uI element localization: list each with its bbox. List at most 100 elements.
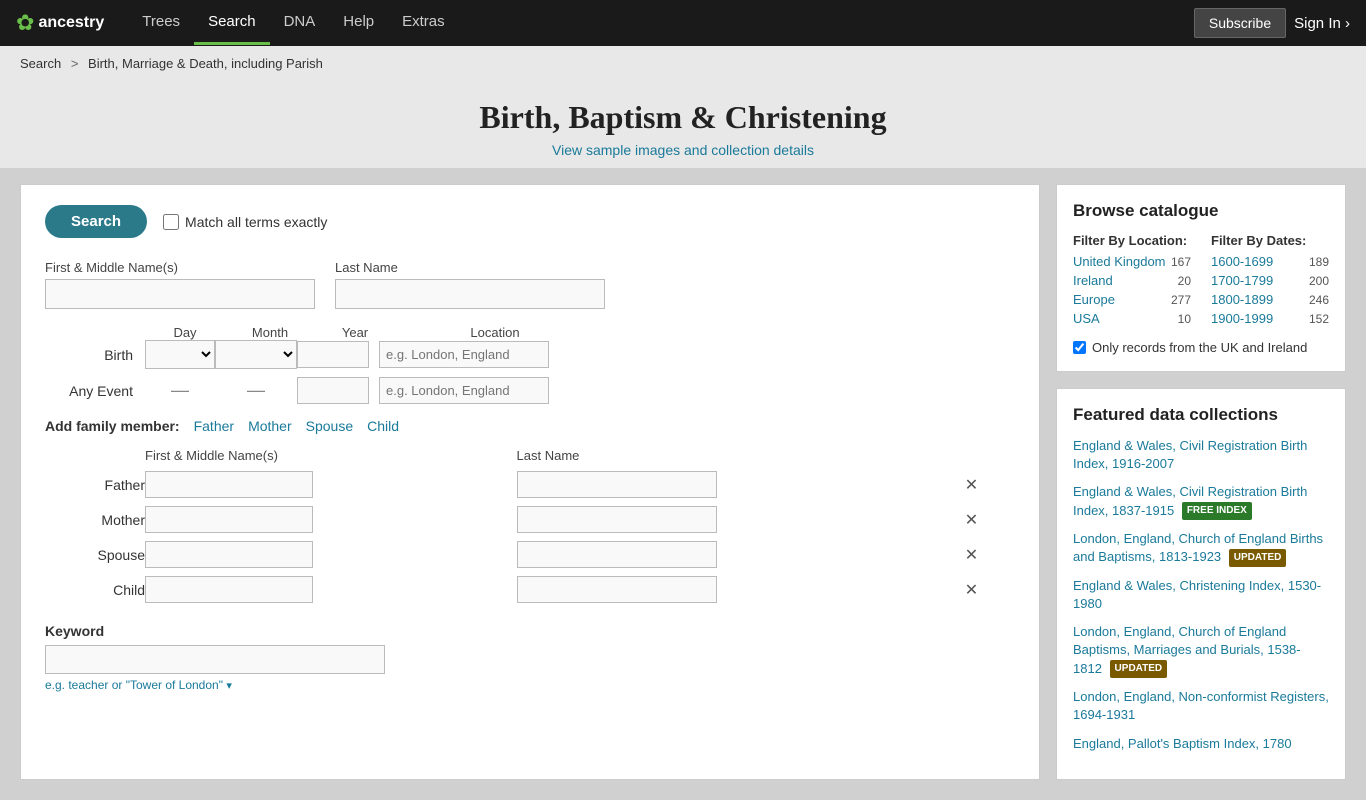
any-event-row: Any Event — — [45,377,1015,404]
keyword-section: Keyword e.g. teacher or "Tower of London… [45,623,1015,692]
child-last-input[interactable] [517,576,717,603]
filter-usa-link[interactable]: USA [1073,311,1100,326]
match-exactly-checkbox[interactable] [163,214,179,230]
filter-1900-link[interactable]: 1900-1999 [1211,311,1273,326]
leaf-icon: ✿ [16,10,34,36]
filter-1700-count: 200 [1309,274,1329,288]
birth-month-field [215,340,297,369]
child-row: Child ✕ [45,572,1015,607]
match-exactly-text: Match all terms exactly [185,214,327,230]
nav-help[interactable]: Help [329,1,388,45]
filter-1800-link[interactable]: 1800-1899 [1211,292,1273,307]
last-name-input[interactable] [335,279,605,309]
search-button[interactable]: Search [45,205,147,238]
birth-location-input[interactable] [379,341,549,368]
featured-item-0[interactable]: England & Wales, Civil Registration Birt… [1073,437,1329,473]
filter-location-col: Filter By Location: United Kingdom 167 I… [1073,233,1191,330]
nav-dna[interactable]: DNA [270,1,330,45]
birth-day-field [145,340,215,369]
family-table: First & Middle Name(s) Last Name Father … [45,448,1015,607]
filter-1800-count: 246 [1309,293,1329,307]
nav-search[interactable]: Search [194,1,270,45]
add-spouse-link[interactable]: Spouse [306,418,353,434]
child-close-button[interactable]: ✕ [959,580,984,600]
featured-item-0-label: England & Wales, Civil Registration Birt… [1073,438,1307,471]
search-panel: Search Match all terms exactly First & M… [20,184,1040,780]
first-name-input[interactable] [45,279,315,309]
subtitle-link[interactable]: View sample images and collection detail… [552,142,814,158]
child-first-input[interactable] [145,576,313,603]
nav-extras[interactable]: Extras [388,1,459,45]
updated-badge-4: UPDATED [1110,660,1168,678]
page-title-area: Birth, Baptism & Christening View sample… [0,81,1366,168]
spouse-label: Spouse [45,537,145,572]
only-uk-row: Only records from the UK and Ireland [1073,340,1329,355]
featured-item-2[interactable]: London, England, Church of England Birth… [1073,530,1329,567]
filter-location-title: Filter By Location: [1073,233,1191,248]
featured-item-5-label: London, England, Non-conformist Register… [1073,689,1329,722]
nav-trees[interactable]: Trees [128,1,194,45]
nav-right: Subscribe Sign In › [1194,8,1350,38]
subscribe-button[interactable]: Subscribe [1194,8,1286,38]
add-child-link[interactable]: Child [367,418,399,434]
match-exactly-label[interactable]: Match all terms exactly [163,214,327,230]
featured-item-5[interactable]: London, England, Non-conformist Register… [1073,688,1329,724]
mother-close-button[interactable]: ✕ [959,510,984,530]
only-uk-label: Only records from the UK and Ireland [1092,340,1307,355]
father-last-input[interactable] [517,471,717,498]
filter-1900: 1900-1999 152 [1211,311,1329,326]
filter-cols: Filter By Location: United Kingdom 167 I… [1073,233,1329,330]
birth-year-field [297,341,369,368]
add-family-label: Add family member: [45,418,180,434]
family-col-last-header: Last Name [517,448,959,467]
keyword-label: Keyword [45,623,1015,639]
featured-item-4[interactable]: London, England, Church of England Bapti… [1073,623,1329,678]
logo[interactable]: ✿ ancestry [16,10,104,36]
last-name-label: Last Name [335,260,605,275]
any-event-year-field [297,377,369,404]
chevron-down-icon: ▾ [226,680,232,692]
spouse-first-input[interactable] [145,541,313,568]
event-column-labels: Day Month Year Location [45,325,1015,340]
featured-item-6[interactable]: England, Pallot's Baptism Index, 1780 [1073,735,1329,753]
birth-month-select[interactable] [215,340,297,369]
spouse-row: Spouse ✕ [45,537,1015,572]
birth-day-select[interactable] [145,340,215,369]
filter-ireland: Ireland 20 [1073,273,1191,288]
filter-1800: 1800-1899 246 [1211,292,1329,307]
birth-year-input[interactable] [297,341,369,368]
filter-1700: 1700-1799 200 [1211,273,1329,288]
father-row: Father ✕ [45,467,1015,502]
add-mother-link[interactable]: Mother [248,418,292,434]
featured-item-3[interactable]: England & Wales, Christening Index, 1530… [1073,577,1329,613]
father-close-button[interactable]: ✕ [959,475,984,495]
filter-1700-link[interactable]: 1700-1799 [1211,273,1273,288]
any-event-location-input[interactable] [379,377,549,404]
filter-ireland-link[interactable]: Ireland [1073,273,1113,288]
day-col-label: Day [145,325,225,340]
signin-button[interactable]: Sign In › [1294,15,1350,32]
spouse-last-input[interactable] [517,541,717,568]
filter-1600: 1600-1699 189 [1211,254,1329,269]
filter-dates-col: Filter By Dates: 1600-1699 189 1700-1799… [1211,233,1329,330]
filter-uk-link[interactable]: United Kingdom [1073,254,1166,269]
filter-europe-link[interactable]: Europe [1073,292,1115,307]
top-nav: ✿ ancestry Trees Search DNA Help Extras … [0,0,1366,46]
breadcrumb-separator: > [71,56,79,71]
search-top-bar: Search Match all terms exactly [45,205,1015,238]
breadcrumb-search-link[interactable]: Search [20,56,61,71]
add-father-link[interactable]: Father [194,418,234,434]
keyword-input[interactable] [45,645,385,674]
filter-1900-count: 152 [1309,312,1329,326]
mother-last-input[interactable] [517,506,717,533]
nav-links: Trees Search DNA Help Extras [128,1,1194,45]
only-uk-checkbox[interactable] [1073,341,1086,354]
family-col-first-header: First & Middle Name(s) [145,448,517,467]
mother-first-input[interactable] [145,506,313,533]
filter-1600-link[interactable]: 1600-1699 [1211,254,1273,269]
any-event-year-input[interactable] [297,377,369,404]
keyword-hint[interactable]: e.g. teacher or "Tower of London" ▾ [45,678,1015,692]
father-first-input[interactable] [145,471,313,498]
spouse-close-button[interactable]: ✕ [959,545,984,565]
featured-item-1[interactable]: England & Wales, Civil Registration Birt… [1073,483,1329,520]
